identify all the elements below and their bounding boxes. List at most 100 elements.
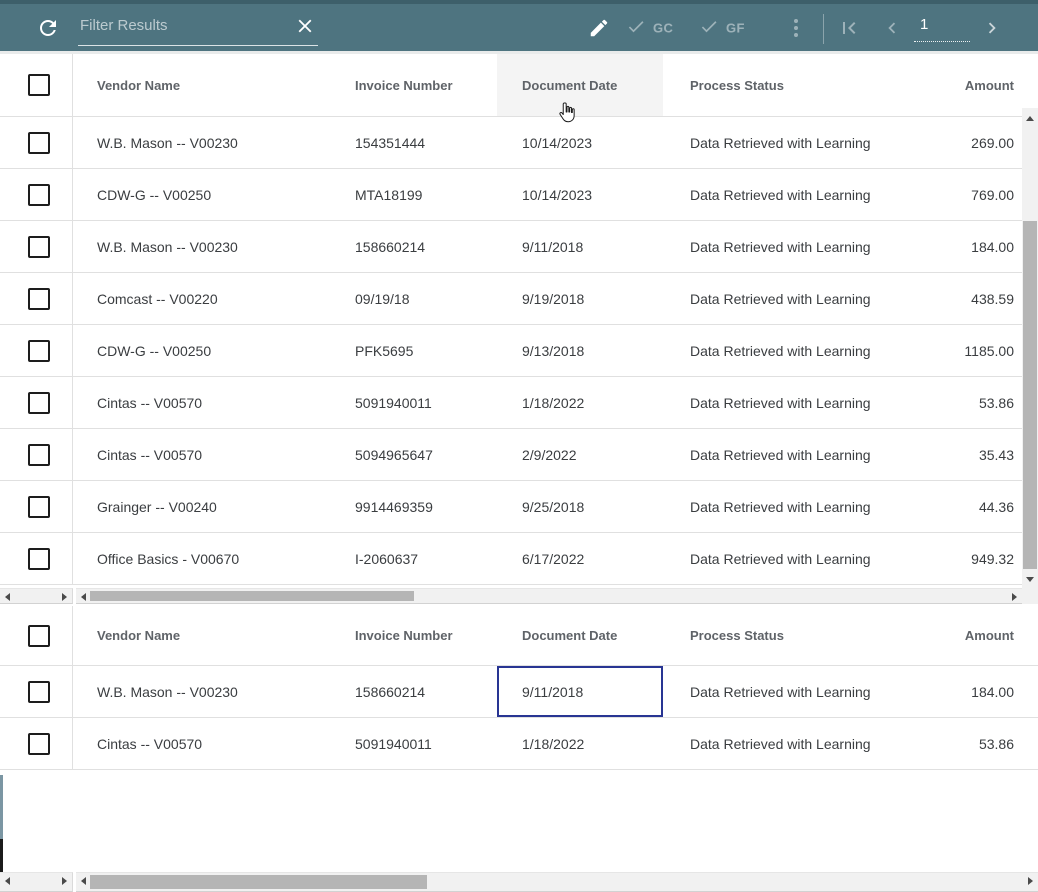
- frozen-pane-scrollbar[interactable]: [0, 588, 73, 604]
- edit-button[interactable]: [588, 17, 610, 39]
- cell-date[interactable]: 9/13/2018: [497, 325, 663, 376]
- scroll-left-icon[interactable]: [81, 877, 86, 885]
- table-row[interactable]: W.B. Mason -- V0023015435144410/14/2023D…: [0, 117, 1022, 169]
- table-row[interactable]: CDW-G -- V00250MTA1819910/14/2023Data Re…: [0, 169, 1022, 221]
- cell-vendor[interactable]: Grainger -- V00240: [73, 499, 331, 515]
- cell-invoice[interactable]: 158660214: [331, 239, 497, 255]
- cell-date[interactable]: 1/18/2022: [497, 718, 663, 769]
- cell-date[interactable]: 10/14/2023: [497, 169, 663, 220]
- cell-vendor[interactable]: Comcast -- V00220: [73, 291, 331, 307]
- scroll-right-icon[interactable]: [62, 593, 67, 601]
- column-header-status[interactable]: Process Status: [663, 78, 830, 93]
- cell-status[interactable]: Data Retrieved with Learning: [663, 447, 871, 463]
- cell-date[interactable]: 2/9/2022: [497, 429, 663, 480]
- cell-status[interactable]: Data Retrieved with Learning: [663, 135, 871, 151]
- cell-amount[interactable]: 269.00: [871, 135, 1022, 151]
- cell-invoice[interactable]: 9914469359: [331, 499, 497, 515]
- row-checkbox[interactable]: [28, 392, 50, 414]
- table-row[interactable]: W.B. Mason -- V002301586602149/11/2018Da…: [0, 666, 1038, 718]
- row-checkbox[interactable]: [28, 288, 50, 310]
- cell-invoice[interactable]: 154351444: [331, 135, 497, 151]
- next-page-button[interactable]: [981, 17, 1003, 39]
- cell-amount[interactable]: 184.00: [871, 239, 1022, 255]
- select-all-checkbox[interactable]: [28, 625, 50, 647]
- cell-date[interactable]: 6/17/2022: [497, 533, 663, 584]
- cell-amount[interactable]: 44.36: [871, 499, 1022, 515]
- cell-status[interactable]: Data Retrieved with Learning: [663, 187, 871, 203]
- main-scrollbar-track[interactable]: [76, 872, 1038, 892]
- cell-amount[interactable]: 53.86: [871, 736, 1038, 752]
- cell-amount[interactable]: 1185.00: [871, 343, 1022, 359]
- scroll-right-icon[interactable]: [1028, 877, 1033, 885]
- column-header-invoice[interactable]: Invoice Number: [331, 78, 497, 93]
- cell-invoice[interactable]: 5094965647: [331, 447, 497, 463]
- cell-vendor[interactable]: W.B. Mason -- V00230: [73, 684, 331, 700]
- cell-invoice[interactable]: I-2060637: [331, 551, 497, 567]
- scroll-up-icon[interactable]: [1026, 116, 1034, 121]
- first-page-button[interactable]: [837, 16, 861, 40]
- cell-date[interactable]: 10/14/2023: [497, 117, 663, 168]
- more-options-icon[interactable]: [790, 19, 802, 37]
- select-all-checkbox[interactable]: [28, 74, 50, 96]
- scroll-right-icon[interactable]: [62, 877, 67, 885]
- main-scrollbar-track[interactable]: [76, 588, 1022, 604]
- vertical-scrollbar[interactable]: [1022, 108, 1038, 588]
- cell-vendor[interactable]: Office Basics - V00670: [73, 551, 331, 567]
- filter-input[interactable]: [78, 12, 318, 46]
- frozen-pane-scrollbar[interactable]: [0, 872, 73, 892]
- table-row[interactable]: CDW-G -- V00250PFK56959/13/2018Data Retr…: [0, 325, 1022, 377]
- row-checkbox[interactable]: [28, 733, 50, 755]
- cell-amount[interactable]: 769.00: [871, 187, 1022, 203]
- row-checkbox[interactable]: [28, 548, 50, 570]
- cell-amount[interactable]: 949.32: [871, 551, 1022, 567]
- cell-vendor[interactable]: CDW-G -- V00250: [73, 187, 331, 203]
- cell-date[interactable]: 9/11/2018: [497, 666, 663, 717]
- scroll-left-icon[interactable]: [5, 593, 10, 601]
- column-header-date[interactable]: Document Date: [497, 54, 663, 116]
- cell-date[interactable]: 1/18/2022: [497, 377, 663, 428]
- cell-status[interactable]: Data Retrieved with Learning: [663, 239, 871, 255]
- row-checkbox[interactable]: [28, 132, 50, 154]
- horizontal-scrollbar-thumb[interactable]: [90, 875, 427, 889]
- scroll-left-icon[interactable]: [5, 877, 10, 885]
- scroll-left-icon[interactable]: [81, 593, 86, 601]
- cell-vendor[interactable]: W.B. Mason -- V00230: [73, 135, 331, 151]
- table-row[interactable]: Office Basics - V00670I-20606376/17/2022…: [0, 533, 1022, 585]
- cell-invoice[interactable]: 09/19/18: [331, 291, 497, 307]
- row-checkbox[interactable]: [28, 496, 50, 518]
- cell-status[interactable]: Data Retrieved with Learning: [663, 684, 871, 700]
- cell-vendor[interactable]: Cintas -- V00570: [73, 736, 331, 752]
- table-row[interactable]: Cintas -- V0057050919400111/18/2022Data …: [0, 718, 1038, 770]
- scroll-down-icon[interactable]: [1026, 577, 1034, 582]
- cell-invoice[interactable]: PFK5695: [331, 343, 497, 359]
- cell-status[interactable]: Data Retrieved with Learning: [663, 736, 871, 752]
- cell-status[interactable]: Data Retrieved with Learning: [663, 291, 871, 307]
- horizontal-scrollbar[interactable]: [0, 588, 1038, 604]
- cell-date[interactable]: 9/25/2018: [497, 481, 663, 532]
- table-row[interactable]: Cintas -- V0057050919400111/18/2022Data …: [0, 377, 1022, 429]
- cell-invoice[interactable]: MTA18199: [331, 187, 497, 203]
- row-checkbox[interactable]: [28, 681, 50, 703]
- cell-status[interactable]: Data Retrieved with Learning: [663, 395, 871, 411]
- refresh-button[interactable]: [36, 16, 60, 40]
- cell-amount[interactable]: 35.43: [871, 447, 1022, 463]
- horizontal-scrollbar[interactable]: [0, 872, 1038, 892]
- cell-invoice[interactable]: 158660214: [331, 684, 497, 700]
- page-number-field[interactable]: 1: [914, 16, 970, 42]
- row-checkbox[interactable]: [28, 236, 50, 258]
- cell-vendor[interactable]: CDW-G -- V00250: [73, 343, 331, 359]
- vertical-scrollbar-thumb[interactable]: [1023, 221, 1037, 569]
- cell-status[interactable]: Data Retrieved with Learning: [663, 343, 871, 359]
- table-row[interactable]: W.B. Mason -- V002301586602149/11/2018Da…: [0, 221, 1022, 273]
- column-header-date[interactable]: Document Date: [497, 606, 663, 665]
- scroll-right-icon[interactable]: [1012, 593, 1017, 601]
- row-checkbox[interactable]: [28, 184, 50, 206]
- clear-filter-icon[interactable]: [294, 15, 316, 40]
- cell-vendor[interactable]: W.B. Mason -- V00230: [73, 239, 331, 255]
- cell-status[interactable]: Data Retrieved with Learning: [663, 499, 871, 515]
- cell-invoice[interactable]: 5091940011: [331, 395, 497, 411]
- cell-amount[interactable]: 53.86: [871, 395, 1022, 411]
- column-header-amount[interactable]: Amount: [830, 78, 1038, 93]
- table-row[interactable]: Grainger -- V0024099144693599/25/2018Dat…: [0, 481, 1022, 533]
- cell-vendor[interactable]: Cintas -- V00570: [73, 395, 331, 411]
